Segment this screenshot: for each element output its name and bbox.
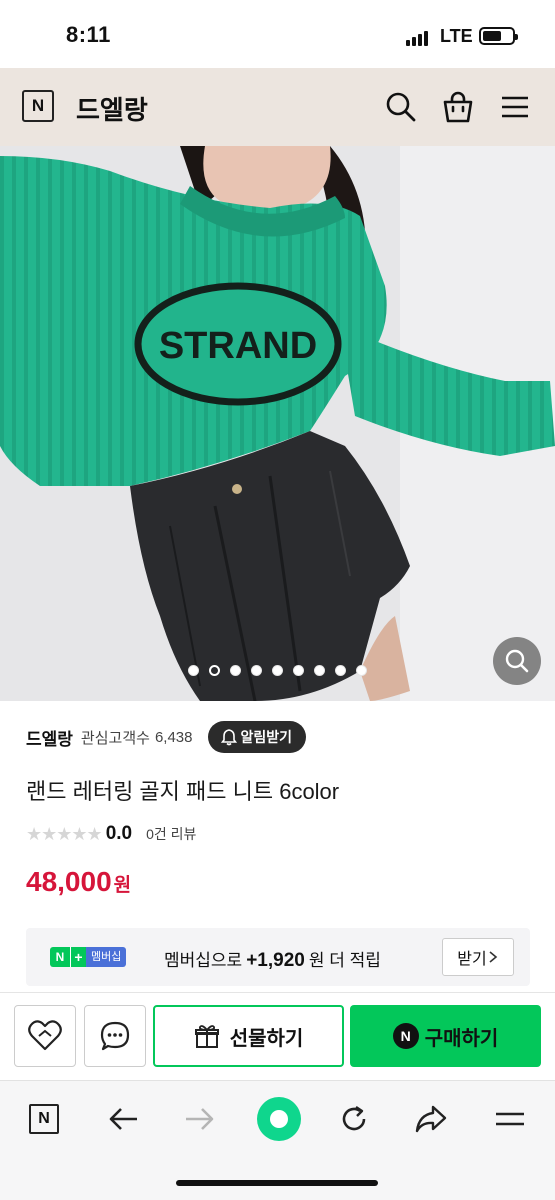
wishlist-button[interactable] (14, 1005, 76, 1067)
refresh-icon[interactable] (334, 1099, 374, 1139)
carousel-dots (0, 663, 555, 681)
badge-n: N (50, 947, 70, 967)
followers-label: 관심고객수 (80, 729, 150, 747)
membership-points-text: 멤버십으로 +1,920 원 더 적립 (164, 946, 381, 972)
price-value: 48,000 (26, 866, 112, 897)
seller-name[interactable]: 드엘랑 (26, 725, 73, 750)
status-time: 8:11 (66, 22, 111, 47)
receive-label: 받기 (457, 951, 487, 968)
review-count[interactable]: 0건 리뷰 (146, 824, 196, 844)
battery-icon (479, 27, 518, 45)
rating-row[interactable]: ★★★★★ 0.0 0건 리뷰 (26, 822, 196, 846)
membership-points: +1,920 (246, 950, 305, 971)
notification-button[interactable]: 알림받기 (208, 721, 307, 753)
price-currency: 원 (113, 875, 132, 896)
receive-button[interactable]: 받기 (442, 938, 514, 976)
membership-prefix: 멤버십으로 (164, 951, 243, 970)
browser-home-n-icon[interactable]: N (24, 1099, 64, 1139)
search-icon[interactable] (384, 90, 418, 124)
browser-toolbar: N (0, 1080, 555, 1200)
product-title: 랜드 레터링 골지 패드 니트 6color (26, 779, 340, 804)
talk-button[interactable] (84, 1005, 146, 1067)
membership-banner: N + 멤버십 멤버십으로 +1,920 원 더 적립 받기 (26, 928, 530, 986)
price: 48,000 원 (26, 866, 131, 898)
chevron-right-icon (489, 951, 497, 963)
gift-icon (194, 1025, 219, 1048)
naver-n-logo[interactable]: N (22, 90, 54, 122)
back-arrow-icon[interactable] (103, 1099, 143, 1139)
chat-bubble-icon (100, 1021, 130, 1051)
shopping-bag-icon[interactable] (441, 90, 475, 124)
membership-suffix: 원 더 적립 (308, 951, 381, 970)
browser-menu-icon[interactable] (490, 1099, 530, 1139)
carousel-dot[interactable] (335, 665, 346, 676)
knit-logo-text: STRAND (159, 325, 317, 367)
gift-button[interactable]: 선물하기 (153, 1005, 344, 1067)
naver-plus-membership-badge: N + 멤버십 (50, 947, 127, 967)
carousel-dot[interactable] (356, 665, 367, 676)
carousel-dot[interactable] (314, 665, 325, 676)
store-name[interactable]: 드엘랑 (76, 90, 148, 127)
zoom-search-icon (505, 649, 529, 673)
heart-icon (28, 1020, 62, 1051)
notification-label: 알림받기 (240, 729, 293, 745)
network-type: LTE (440, 26, 473, 46)
followers-count: 6,438 (154, 728, 193, 746)
star-rating-icon: ★★★★★ (26, 823, 103, 844)
rating-score: 0.0 (105, 823, 133, 844)
carousel-dot[interactable] (293, 665, 304, 676)
carousel-dot[interactable] (209, 665, 220, 676)
home-indicator (176, 1180, 378, 1186)
green-dot-icon[interactable] (257, 1097, 301, 1141)
carousel-dot[interactable] (272, 665, 283, 676)
share-icon[interactable] (411, 1099, 451, 1139)
status-bar: 8:11 LTE (0, 0, 555, 68)
zoom-button[interactable] (493, 637, 541, 685)
signal-icon (406, 30, 428, 46)
browser-n-logo: N (29, 1104, 59, 1134)
product-image[interactable]: STRAND (0, 146, 555, 701)
store-header: N 드엘랑 (0, 68, 555, 146)
carousel-dot[interactable] (230, 665, 241, 676)
carousel-dot[interactable] (188, 665, 199, 676)
forward-arrow-icon[interactable] (180, 1099, 220, 1139)
carousel-dot[interactable] (251, 665, 262, 676)
naver-pay-n-icon: N (392, 1023, 419, 1049)
badge-plus: + (70, 947, 86, 967)
bell-plus-icon (221, 729, 238, 746)
menu-icon[interactable] (498, 90, 532, 124)
purchase-action-bar: 선물하기 N 구매하기 (0, 992, 555, 1080)
badge-text: 멤버십 (86, 947, 127, 967)
gift-label: 선물하기 (229, 1027, 304, 1050)
buy-button[interactable]: N 구매하기 (350, 1005, 541, 1067)
buy-label: 구매하기 (424, 1027, 499, 1050)
seller-row: 드엘랑 관심고객수 6,438 알림받기 (26, 721, 307, 753)
product-photo: STRAND (0, 146, 555, 701)
